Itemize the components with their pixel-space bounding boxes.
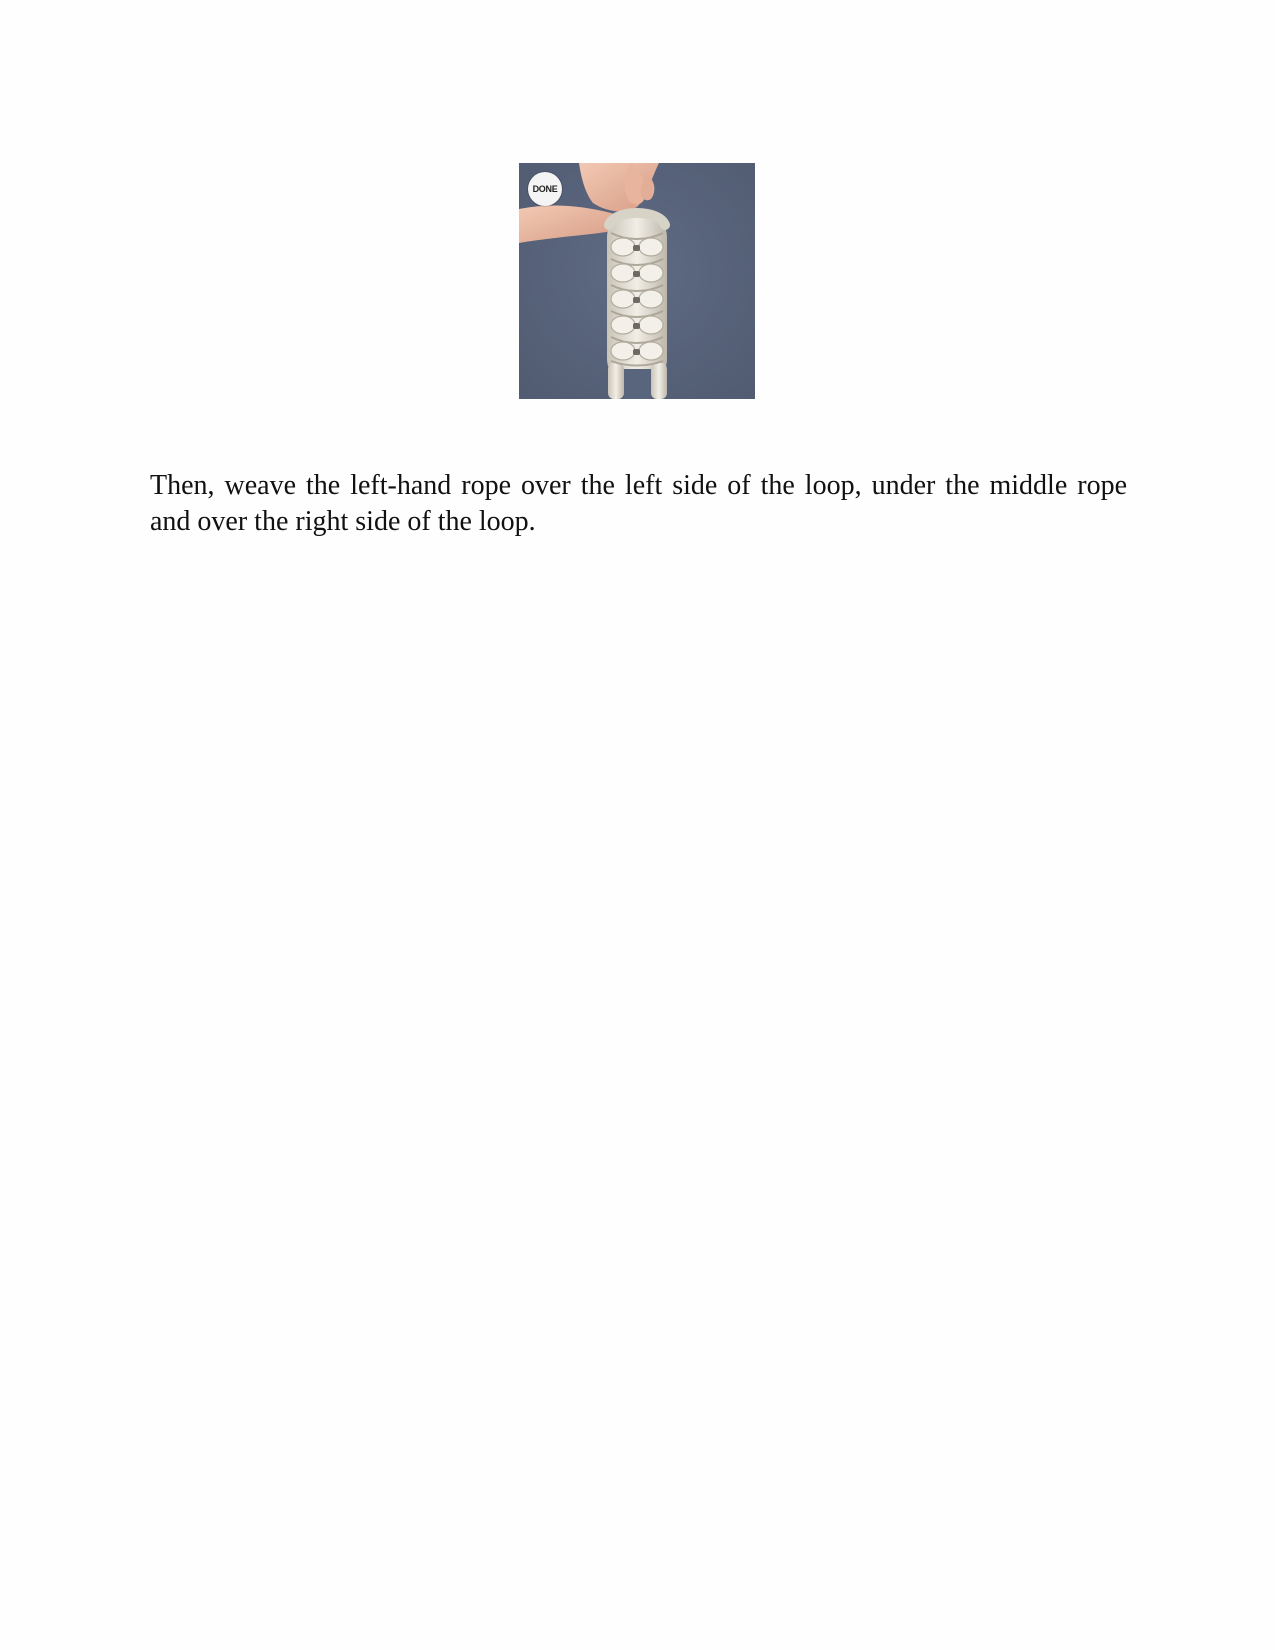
document-page: DONE Then, weave the left-hand rope over…	[0, 0, 1275, 1650]
done-badge: DONE	[528, 172, 562, 206]
instruction-paragraph: Then, weave the left-hand rope over the …	[150, 470, 1127, 537]
braided-rope	[604, 208, 670, 399]
knot-photo: DONE	[519, 163, 755, 399]
